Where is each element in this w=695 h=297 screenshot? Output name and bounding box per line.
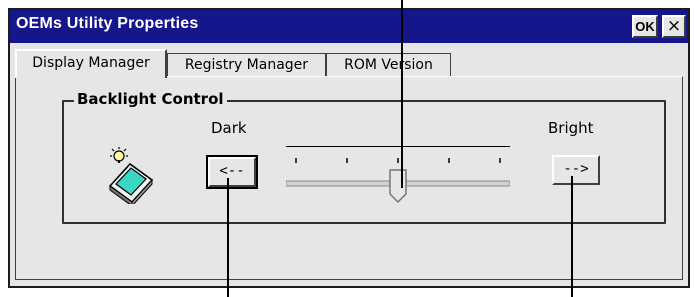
ok-button[interactable]: OK: [632, 15, 658, 38]
display-manager-panel: Backlight Control Dark Bright <-- -->: [15, 76, 683, 280]
backlight-icon: [108, 147, 154, 204]
tab-rom-version[interactable]: ROM Version: [326, 53, 451, 77]
dark-label: Dark: [211, 119, 247, 137]
decrease-backlight-button[interactable]: <--: [206, 155, 258, 189]
properties-window: OEMs Utility Properties OK × Display Man…: [8, 8, 690, 288]
increase-backlight-button[interactable]: -->: [552, 155, 600, 185]
group-title: Backlight Control: [74, 90, 227, 108]
bright-label: Bright: [548, 119, 594, 137]
tab-display-manager[interactable]: Display Manager: [15, 49, 167, 78]
slider-ticks: [295, 158, 501, 163]
backlight-slider[interactable]: [286, 146, 510, 216]
tab-registry-manager[interactable]: Registry Manager: [167, 53, 326, 77]
callout-line-dark-button: [227, 178, 229, 297]
callout-line-slider: [401, 0, 403, 188]
window-title: OEMs Utility Properties: [16, 15, 199, 32]
title-bar[interactable]: OEMs Utility Properties OK ×: [10, 10, 688, 43]
close-button[interactable]: ×: [662, 15, 686, 38]
slider-thumb[interactable]: [389, 169, 407, 203]
callout-line-bright-button: [571, 176, 573, 297]
backlight-control-group: Backlight Control Dark Bright <-- -->: [62, 90, 666, 224]
